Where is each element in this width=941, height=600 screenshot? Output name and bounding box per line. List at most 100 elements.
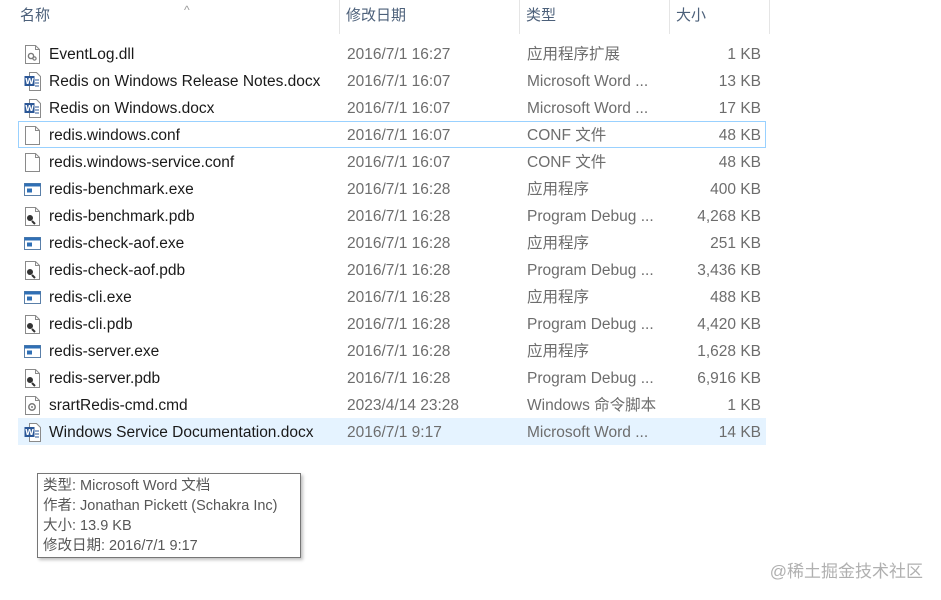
file-name: EventLog.dll xyxy=(49,46,135,63)
exe-icon xyxy=(24,288,41,307)
file-date: 2016/7/1 16:07 xyxy=(347,100,451,117)
file-type: Program Debug ... xyxy=(527,316,654,333)
file-name: Redis on Windows.docx xyxy=(49,100,215,117)
file-size: 1 KB xyxy=(727,46,761,63)
pdb-icon xyxy=(24,369,41,388)
watermark: @稀土掘金技术社区 xyxy=(769,562,923,581)
file-name: redis-cli.exe xyxy=(49,289,132,306)
pdb-icon xyxy=(24,207,41,226)
file-date: 2016/7/1 16:07 xyxy=(347,127,451,144)
file-row[interactable]: W Windows Service Documentation.docx 2016/… xyxy=(18,418,766,445)
file-name: redis-benchmark.exe xyxy=(49,181,194,198)
word-doc-icon: W xyxy=(24,99,41,118)
file-row[interactable]: redis-check-aof.pdb 2016/7/1 16:28 Program… xyxy=(18,256,766,283)
file-type: 应用程序 xyxy=(527,289,590,306)
file-size: 17 KB xyxy=(718,100,761,117)
blank-file-icon xyxy=(24,153,41,172)
file-size: 400 KB xyxy=(710,181,761,198)
file-date: 2016/7/1 9:17 xyxy=(347,424,442,441)
pdb-icon xyxy=(24,315,41,334)
column-header: 名称 ^ 修改日期 类型 大小 xyxy=(0,0,770,34)
column-size-label: 大小 xyxy=(676,7,707,24)
blank-file-icon xyxy=(24,126,41,145)
tooltip-size: 大小: 13.9 KB xyxy=(43,518,132,534)
file-row[interactable]: W Redis on Windows.docx 2016/7/1 16:07 Micr… xyxy=(18,94,766,121)
file-type: Microsoft Word ... xyxy=(527,73,649,90)
word-doc-icon: W xyxy=(24,423,41,442)
file-date: 2016/7/1 16:07 xyxy=(347,73,451,90)
file-date: 2016/7/1 16:07 xyxy=(347,154,451,171)
file-name: Windows Service Documentation.docx xyxy=(49,424,314,441)
file-row[interactable]: redis-benchmark.exe 2016/7/1 16:28 应用程序 400… xyxy=(18,175,766,202)
sort-ascending-icon: ^ xyxy=(184,3,190,17)
word-doc-icon: W xyxy=(24,72,41,91)
column-header-size[interactable]: 大小 xyxy=(670,0,770,34)
file-name: redis.windows-service.conf xyxy=(49,154,235,171)
tooltip-date: 修改日期: 2016/7/1 9:17 xyxy=(43,538,198,554)
exe-icon xyxy=(24,180,41,199)
file-date: 2016/7/1 16:28 xyxy=(347,316,451,333)
file-name: redis-cli.pdb xyxy=(49,316,133,333)
file-size: 48 KB xyxy=(718,127,761,144)
file-size: 4,420 KB xyxy=(697,316,761,333)
file-row[interactable]: redis-cli.exe 2016/7/1 16:28 应用程序 488 KB xyxy=(18,283,766,310)
file-size: 488 KB xyxy=(710,289,761,306)
tooltip-author: 作者: Jonathan Pickett (Schakra Inc) xyxy=(43,498,278,514)
file-size: 251 KB xyxy=(710,235,761,252)
file-date: 2016/7/1 16:28 xyxy=(347,208,451,225)
file-row[interactable]: redis.windows-service.conf 2016/7/1 16:07… xyxy=(18,148,766,175)
file-type: 应用程序 xyxy=(527,181,590,198)
file-type: Microsoft Word ... xyxy=(527,100,649,117)
column-header-type[interactable]: 类型 xyxy=(520,0,670,34)
pdb-icon xyxy=(24,261,41,280)
file-row[interactable]: redis.windows.conf 2016/7/1 16:07 CONF 文件 4… xyxy=(18,121,766,148)
file-name: srartRedis-cmd.cmd xyxy=(49,397,188,414)
cmd-icon xyxy=(24,396,41,415)
file-list: EventLog.dll 2016/7/1 16:27 应用程序扩展 1 KB W Red… xyxy=(18,40,766,445)
tooltip-type: 类型: Microsoft Word 文档 xyxy=(43,478,211,494)
column-date-label: 修改日期 xyxy=(346,7,407,24)
column-type-label: 类型 xyxy=(526,7,557,24)
file-type: CONF 文件 xyxy=(527,154,607,171)
svg-text:W: W xyxy=(25,428,34,437)
file-name: redis-check-aof.exe xyxy=(49,235,185,252)
file-row[interactable]: redis-check-aof.exe 2016/7/1 16:28 应用程序 251… xyxy=(18,229,766,256)
file-row[interactable]: EventLog.dll 2016/7/1 16:27 应用程序扩展 1 KB xyxy=(18,40,766,67)
file-size: 1,628 KB xyxy=(697,343,761,360)
column-header-date[interactable]: 修改日期 xyxy=(340,0,520,34)
file-type: 应用程序 xyxy=(527,235,590,252)
file-name: Redis on Windows Release Notes.docx xyxy=(49,73,321,90)
file-size: 3,436 KB xyxy=(697,262,761,279)
file-size: 13 KB xyxy=(718,73,761,90)
column-name-label: 名称 xyxy=(20,7,51,24)
file-name: redis.windows.conf xyxy=(49,127,180,144)
file-date: 2016/7/1 16:28 xyxy=(347,343,451,360)
file-name: redis-server.pdb xyxy=(49,370,161,387)
file-type: 应用程序 xyxy=(527,343,590,360)
column-header-name[interactable]: 名称 ^ xyxy=(14,0,340,34)
file-size: 48 KB xyxy=(718,154,761,171)
file-row[interactable]: redis-cli.pdb 2016/7/1 16:28 Program Debug… xyxy=(18,310,766,337)
file-type: 应用程序扩展 xyxy=(527,46,621,63)
file-name: redis-check-aof.pdb xyxy=(49,262,186,279)
file-date: 2016/7/1 16:28 xyxy=(347,370,451,387)
dll-icon xyxy=(24,45,41,64)
file-date: 2023/4/14 23:28 xyxy=(347,397,460,414)
file-date: 2016/7/1 16:28 xyxy=(347,289,451,306)
file-name: redis-benchmark.pdb xyxy=(49,208,195,225)
file-row[interactable]: srartRedis-cmd.cmd 2023/4/14 23:28 Windows… xyxy=(18,391,766,418)
file-date: 2016/7/1 16:28 xyxy=(347,262,451,279)
file-row[interactable]: W Redis on Windows Release Notes.docx 2016… xyxy=(18,67,766,94)
file-row[interactable]: redis-server.pdb 2016/7/1 16:28 Program De… xyxy=(18,364,766,391)
file-row[interactable]: redis-server.exe 2016/7/1 16:28 应用程序 1,628 … xyxy=(18,337,766,364)
file-date: 2016/7/1 16:28 xyxy=(347,181,451,198)
svg-text:W: W xyxy=(25,104,34,113)
exe-icon xyxy=(24,234,41,253)
file-row[interactable]: redis-benchmark.pdb 2016/7/1 16:28 Program… xyxy=(18,202,766,229)
file-date: 2016/7/1 16:27 xyxy=(347,46,451,63)
file-info-tooltip: 类型: Microsoft Word 文档 作者: Jonathan Picke… xyxy=(37,473,301,558)
file-size: 4,268 KB xyxy=(697,208,761,225)
file-type: Program Debug ... xyxy=(527,262,654,279)
file-type: Program Debug ... xyxy=(527,370,654,387)
file-size: 6,916 KB xyxy=(697,370,761,387)
